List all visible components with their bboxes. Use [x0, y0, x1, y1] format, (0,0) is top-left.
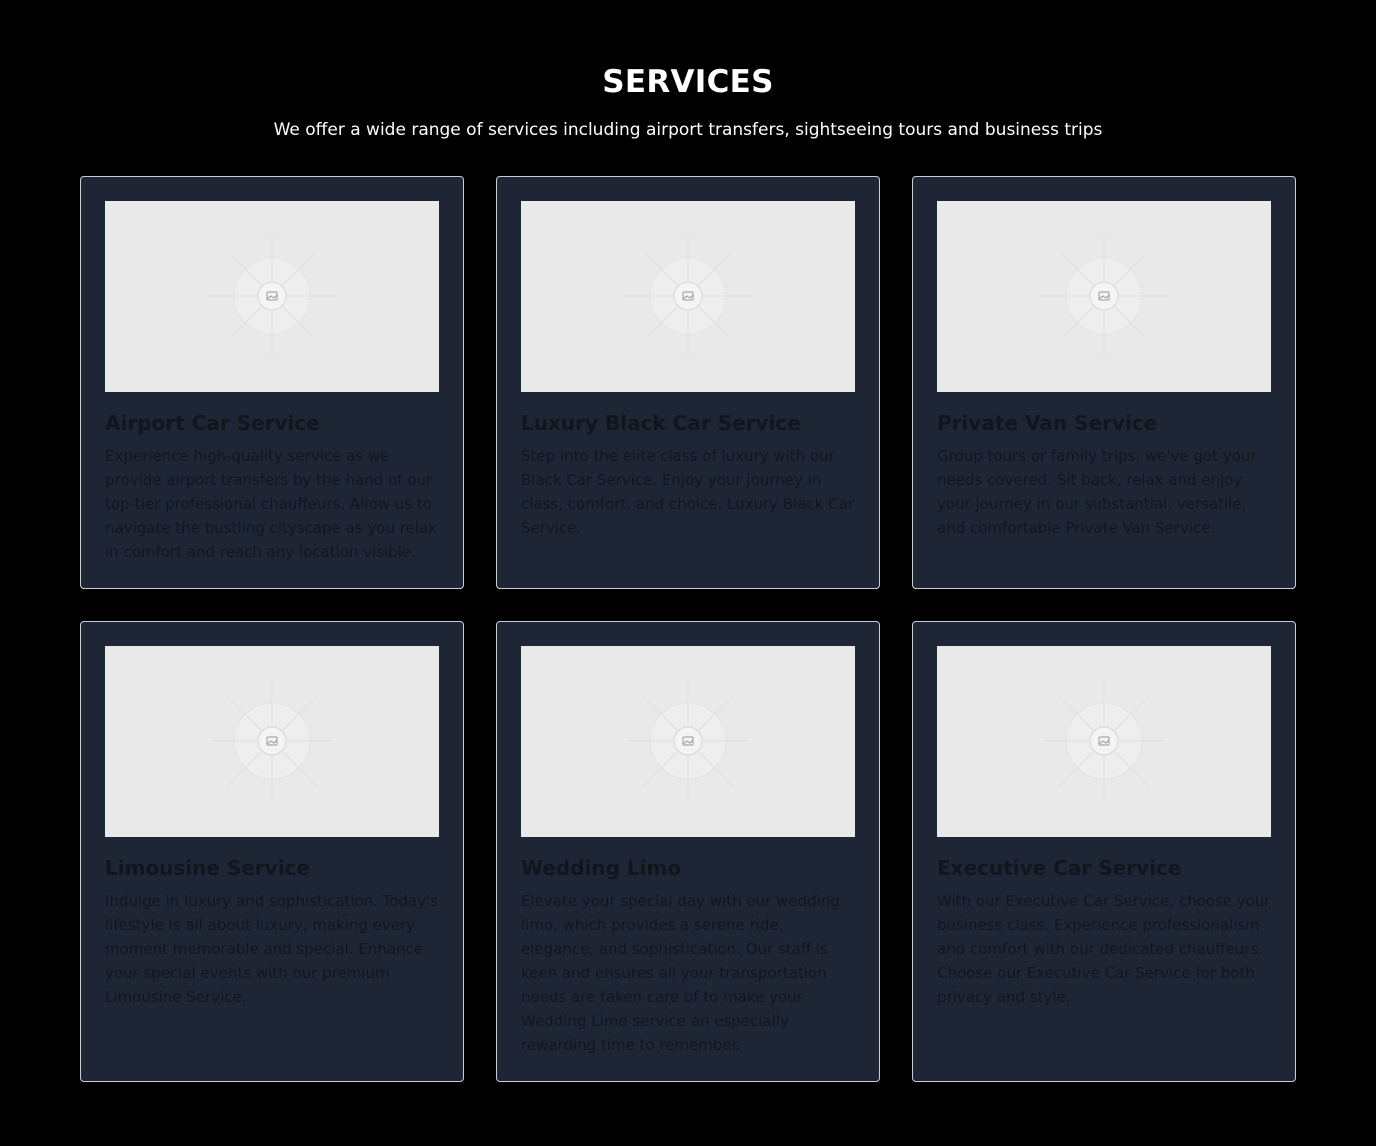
service-card-private-van[interactable]: Private Van Service Group tours or famil…	[912, 176, 1296, 589]
service-card-wedding-limo[interactable]: Wedding Limo Elevate your special day wi…	[496, 621, 880, 1082]
service-image-placeholder	[521, 646, 855, 837]
service-title: Executive Car Service	[937, 856, 1182, 880]
section-title: SERVICES	[602, 64, 774, 100]
service-description: Group tours or family trips, we've got y…	[937, 447, 1257, 537]
service-card-airport-car[interactable]: Airport Car Service Experience high-qual…	[80, 176, 464, 589]
service-title: Limousine Service	[105, 856, 311, 880]
service-title: Airport Car Service	[105, 411, 320, 435]
service-card-limousine[interactable]: Limousine Service Indulge in luxury and …	[80, 621, 464, 1082]
service-description: Step into the elite class of luxury with…	[521, 447, 854, 537]
service-description: Experience high-quality service as we pr…	[105, 447, 437, 561]
service-image-placeholder	[105, 646, 439, 837]
service-title: Wedding Limo	[521, 856, 682, 880]
section-subtitle: We offer a wide range of services includ…	[273, 120, 1103, 140]
services-section: SERVICES We offer a wide range of servic…	[0, 0, 1376, 1146]
services-grid: Airport Car Service Experience high-qual…	[80, 176, 1296, 1082]
service-description: Indulge in luxury and sophistication. To…	[105, 892, 439, 1006]
service-description: With our Executive Car Service, choose y…	[937, 892, 1271, 1006]
service-title: Private Van Service	[937, 411, 1158, 435]
service-title: Luxury Black Car Service	[521, 411, 801, 435]
service-description: Elevate your special day with our weddin…	[521, 892, 840, 1054]
service-image-placeholder	[937, 201, 1271, 392]
service-image-placeholder	[521, 201, 855, 392]
service-card-luxury-black-car[interactable]: Luxury Black Car Service Step into the e…	[496, 176, 880, 589]
service-image-placeholder	[937, 646, 1271, 837]
service-image-placeholder	[105, 201, 439, 392]
service-card-executive-car[interactable]: Executive Car Service With our Executive…	[912, 621, 1296, 1082]
